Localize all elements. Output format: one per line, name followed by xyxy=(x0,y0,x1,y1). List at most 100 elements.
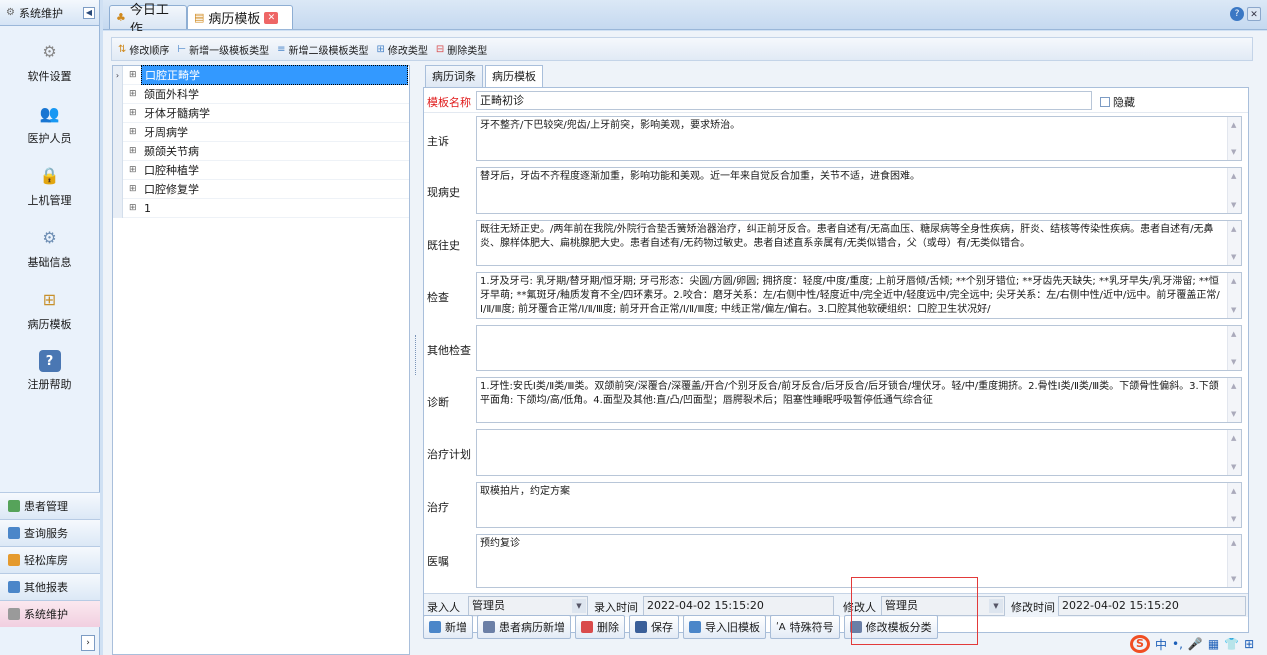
nav-item-login-management[interactable]: 🔒 上机管理 xyxy=(0,154,99,216)
advice-textarea[interactable]: 预约复诊 xyxy=(476,534,1242,588)
nav-item-label: 病历模板 xyxy=(27,318,72,331)
save-icon xyxy=(635,621,647,633)
tab-record-template[interactable]: 病历模板 xyxy=(485,65,543,87)
dropdown-icon: ▼ xyxy=(989,599,1003,613)
scrollbar[interactable] xyxy=(1227,273,1241,318)
present-illness-textarea[interactable]: 替牙后，牙齿不齐程度逐渐加重，影响功能和美观。近一年来自觉反合加重，关节不适，进… xyxy=(476,167,1242,214)
field-label: 诊断 xyxy=(427,396,449,409)
close-window-button[interactable]: ✕ xyxy=(1247,7,1261,21)
nav-item-record-template[interactable]: ⊞ 病历模板 xyxy=(0,278,99,340)
edit-template-category-button[interactable]: 修改模板分类 xyxy=(843,615,938,639)
patient-record-add-button[interactable]: 患者病历新增 xyxy=(477,615,571,639)
tab-record-entries[interactable]: 病历词条 xyxy=(425,65,483,87)
tree-item[interactable]: ⊞ 1 xyxy=(113,198,409,218)
help-button[interactable]: ? xyxy=(1230,7,1244,21)
close-tab-button[interactable]: ✕ xyxy=(264,11,279,24)
tree-item[interactable]: › ⊞ 口腔正畸学 xyxy=(113,65,409,85)
field-treatment: 治疗 取模拍片，约定方案 xyxy=(424,479,1248,530)
scrollbar[interactable] xyxy=(1227,535,1241,587)
bottom-nav-warehouse[interactable]: 轻松库房 xyxy=(0,546,100,573)
past-history-textarea[interactable]: 既往无矫正史。/两年前在我院/外院行合垫舌簧矫治器治疗，纠正前牙反合。患者自述有… xyxy=(476,220,1242,266)
save-button[interactable]: 保存 xyxy=(629,615,679,639)
tab-today-work[interactable]: ♣ 今日工作 xyxy=(109,3,187,37)
expand-icon[interactable]: ⊞ xyxy=(129,127,141,137)
person-icon: ♣ xyxy=(116,11,126,24)
expand-icon[interactable]: ⊞ xyxy=(129,89,141,99)
nav-item-label: 基础信息 xyxy=(27,256,72,269)
add-button[interactable]: 新增 xyxy=(423,615,473,639)
row-gutter xyxy=(113,160,123,180)
diagnosis-textarea[interactable]: 1.牙性:安氏Ⅰ类/Ⅱ类/Ⅲ类。双颌前突/深覆合/深覆盖/开合/个别牙反合/前牙… xyxy=(476,377,1242,423)
delete-button[interactable]: 删除 xyxy=(575,615,625,639)
field-text: 替牙后，牙齿不齐程度逐渐加重，影响功能和美观。近一年来自觉反合加重，关节不适，进… xyxy=(480,171,920,182)
chief-complaint-textarea[interactable]: 牙不整齐/下巴较突/兜齿/上牙前突，影响美观，要求矫治。 xyxy=(476,116,1242,161)
tree-item[interactable]: ⊞ 颌面外科学 xyxy=(113,84,409,104)
sogou-ime-icon[interactable]: S xyxy=(1130,635,1150,653)
ime-tray: S 中 •, 🎤 ▦ 👕 ⊞ xyxy=(1122,633,1267,655)
chinese-mode-indicator[interactable]: 中 xyxy=(1155,636,1167,653)
scrollbar[interactable] xyxy=(1227,168,1241,213)
delete-type-button[interactable]: ⊟ 删除类型 xyxy=(436,42,487,57)
microphone-icon[interactable]: 🎤 xyxy=(1188,637,1203,651)
query-icon xyxy=(8,527,20,539)
nav-item-basic-info[interactable]: ⚙ 基础信息 xyxy=(0,216,99,278)
tree-item[interactable]: ⊞ 口腔种植学 xyxy=(113,160,409,180)
tree-item[interactable]: ⊞ 颞颌关节病 xyxy=(113,141,409,161)
expand-icon[interactable]: ⊞ xyxy=(129,108,141,118)
button-label: 特殊符号 xyxy=(789,621,834,634)
hide-checkbox[interactable]: 隐藏 xyxy=(1100,94,1135,110)
modified-by-select[interactable]: 管理员 ▼ xyxy=(881,596,1005,616)
toolbox-icon[interactable]: ⊞ xyxy=(1244,637,1254,651)
field-past-history: 既往史 既往无矫正史。/两年前在我院/外院行合垫舌簧矫治器治疗，纠正前牙反合。患… xyxy=(424,217,1248,268)
document-icon: ▤ xyxy=(194,11,205,24)
template-name-input[interactable]: 正畸初诊 xyxy=(476,91,1092,110)
bottom-nav-patient-management[interactable]: 患者管理 xyxy=(0,492,100,519)
keyboard-icon[interactable]: ▦ xyxy=(1208,637,1219,651)
add-level2-type-button[interactable]: ≡ 新增二级模板类型 xyxy=(277,42,368,57)
nav-expand-arrow[interactable]: › xyxy=(81,635,95,651)
other-exam-textarea[interactable] xyxy=(476,325,1242,371)
scrollbar[interactable] xyxy=(1227,117,1241,160)
add-level1-type-button[interactable]: ⊢ 新增一级模板类型 xyxy=(177,42,269,57)
panel-splitter[interactable] xyxy=(414,65,418,655)
bottom-nav-query-service[interactable]: 查询服务 xyxy=(0,519,100,546)
scrollbar[interactable] xyxy=(1227,378,1241,422)
scrollbar[interactable] xyxy=(1227,326,1241,370)
scrollbar[interactable] xyxy=(1227,483,1241,527)
tree-item[interactable]: ⊞ 牙周病学 xyxy=(113,122,409,142)
nav-item-software-settings[interactable]: ⚙ 软件设置 xyxy=(0,30,99,92)
template-category-tree: › ⊞ 口腔正畸学 ⊞ 颌面外科学 ⊞ 牙体牙髓病学 ⊞ 牙周病学 ⊞ 颞颌关节… xyxy=(112,65,410,655)
scrollbar[interactable] xyxy=(1227,221,1241,265)
nav-item-register-help[interactable]: ? 注册帮助 xyxy=(0,340,99,402)
maintenance-icon xyxy=(8,608,20,620)
tree-item[interactable]: ⊞ 牙体牙髓病学 xyxy=(113,103,409,123)
skin-icon[interactable]: 👕 xyxy=(1224,637,1239,651)
import-old-template-button[interactable]: 导入旧模板 xyxy=(683,615,766,639)
expand-icon[interactable]: ⊞ xyxy=(129,165,141,175)
punctuation-icon[interactable]: •, xyxy=(1172,637,1183,651)
entry-time-field[interactable]: 2022-04-02 15:15:20 xyxy=(643,596,834,616)
bottom-nav-system-maintenance[interactable]: 系统维护 xyxy=(0,600,100,627)
expand-icon[interactable]: ⊞ xyxy=(129,146,141,156)
treatment-plan-textarea[interactable] xyxy=(476,429,1242,476)
nav-item-medical-staff[interactable]: 👥 医护人员 xyxy=(0,92,99,154)
special-symbols-button[interactable]: ʹA 特殊符号 xyxy=(770,615,840,639)
change-order-button[interactable]: ⇅ 修改顺序 xyxy=(118,42,169,57)
examination-textarea[interactable]: 1.牙及牙弓: 乳牙期/替牙期/恒牙期; 牙弓形态：尖圆/方圆/卵圆; 拥挤度：… xyxy=(476,272,1242,319)
expand-icon[interactable]: ⊞ xyxy=(129,184,141,194)
expand-icon[interactable]: ⊞ xyxy=(129,70,141,80)
bottom-nav-other-reports[interactable]: 其他报表 xyxy=(0,573,100,600)
modified-time-field[interactable]: 2022-04-02 15:15:20 xyxy=(1058,596,1246,616)
collapse-nav-button[interactable]: ◀ xyxy=(83,6,95,19)
modified-by-value: 管理员 xyxy=(885,599,918,612)
edit-node-icon: ⊞ xyxy=(376,43,385,55)
patient-record-icon xyxy=(483,621,495,633)
scrollbar[interactable] xyxy=(1227,430,1241,475)
tab-record-template[interactable]: ▤ 病历模板 ✕ xyxy=(187,5,293,29)
nav-item-label: 医护人员 xyxy=(27,132,72,145)
edit-type-button[interactable]: ⊞ 修改类型 xyxy=(377,42,428,57)
treatment-textarea[interactable]: 取模拍片，约定方案 xyxy=(476,482,1242,528)
expand-icon[interactable]: ⊞ xyxy=(129,203,141,213)
entry-by-select[interactable]: 管理员 ▼ xyxy=(468,596,588,616)
tree-item[interactable]: ⊞ 口腔修复学 xyxy=(113,179,409,199)
